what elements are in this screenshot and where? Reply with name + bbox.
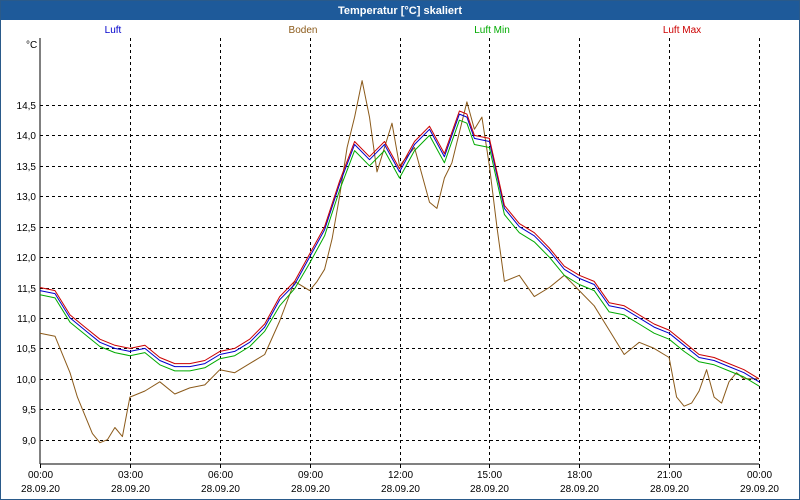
x-tick-time-label: 21:00 xyxy=(657,470,682,481)
y-axis-ticks: 9,0 9,5 10,0 10,5 11,0 11,5 12,0 12,5 13,0 13,5 14… xyxy=(17,101,37,447)
y-tick-label: 14,0 xyxy=(17,131,37,142)
x-tick-time-label: 06:00 xyxy=(208,470,233,481)
x-tick-date-label: 28.09.20 xyxy=(201,484,240,495)
y-tick-label: 13,0 xyxy=(17,192,37,203)
x-tick-time-label: 15:00 xyxy=(477,470,502,481)
legend-label-luft-max: Luft Max xyxy=(663,25,701,36)
x-tick-date-label: 28.09.20 xyxy=(21,484,60,495)
y-tick-label: 12,5 xyxy=(17,223,37,234)
x-tick-time-label: 03:00 xyxy=(118,470,143,481)
y-tick-label: 9,5 xyxy=(22,405,36,416)
series-line-luft-min xyxy=(39,119,760,387)
x-axis-ticks: 00:00 28.09.20 03:00 28.09.20 06:00 28.09.20 0… xyxy=(21,464,779,495)
y-axis-unit-label: °C xyxy=(26,40,37,51)
y-tick-label: 9,0 xyxy=(22,436,36,447)
legend-label-luft: Luft xyxy=(105,25,122,36)
y-tick-label: 13,5 xyxy=(17,162,37,173)
legend-label-luft-min: Luft Min xyxy=(474,25,510,36)
y-tick-label: 14,5 xyxy=(17,101,37,112)
x-tick-date-label: 29.09.20 xyxy=(740,484,779,495)
x-tick-time-label: 18:00 xyxy=(567,470,592,481)
y-tick-label: 11,0 xyxy=(17,314,36,325)
series-line-luft-max xyxy=(39,110,760,380)
legend: Luft Boden Luft Min Luft Max xyxy=(105,25,702,36)
x-tick-time-label: 12:00 xyxy=(388,470,413,481)
series-lines xyxy=(39,80,760,444)
x-tick-date-label: 28.09.20 xyxy=(291,484,330,495)
series-line-boden xyxy=(39,80,759,444)
x-tick-time-label: 00:00 xyxy=(28,470,53,481)
x-tick-date-label: 28.09.20 xyxy=(650,484,689,495)
y-tick-label: 10,5 xyxy=(17,344,37,355)
series-line-luft xyxy=(39,113,760,383)
x-tick-time-label: 00:00 xyxy=(747,470,772,481)
x-tick-date-label: 28.09.20 xyxy=(470,484,509,495)
y-tick-label: 10,0 xyxy=(17,375,37,386)
x-tick-time-label: 09:00 xyxy=(298,470,323,481)
x-tick-date-label: 28.09.20 xyxy=(560,484,599,495)
legend-label-boden: Boden xyxy=(289,25,318,36)
x-tick-date-label: 28.09.20 xyxy=(111,484,150,495)
temperature-chart: 9,0 9,5 10,0 10,5 11,0 11,5 12,0 12,5 13,0 13,5 14… xyxy=(17,25,780,495)
y-tick-label: 12,0 xyxy=(17,253,37,264)
x-tick-date-label: 28.09.20 xyxy=(381,484,420,495)
grid-lines xyxy=(39,38,760,465)
y-tick-label: 11,5 xyxy=(17,284,36,295)
